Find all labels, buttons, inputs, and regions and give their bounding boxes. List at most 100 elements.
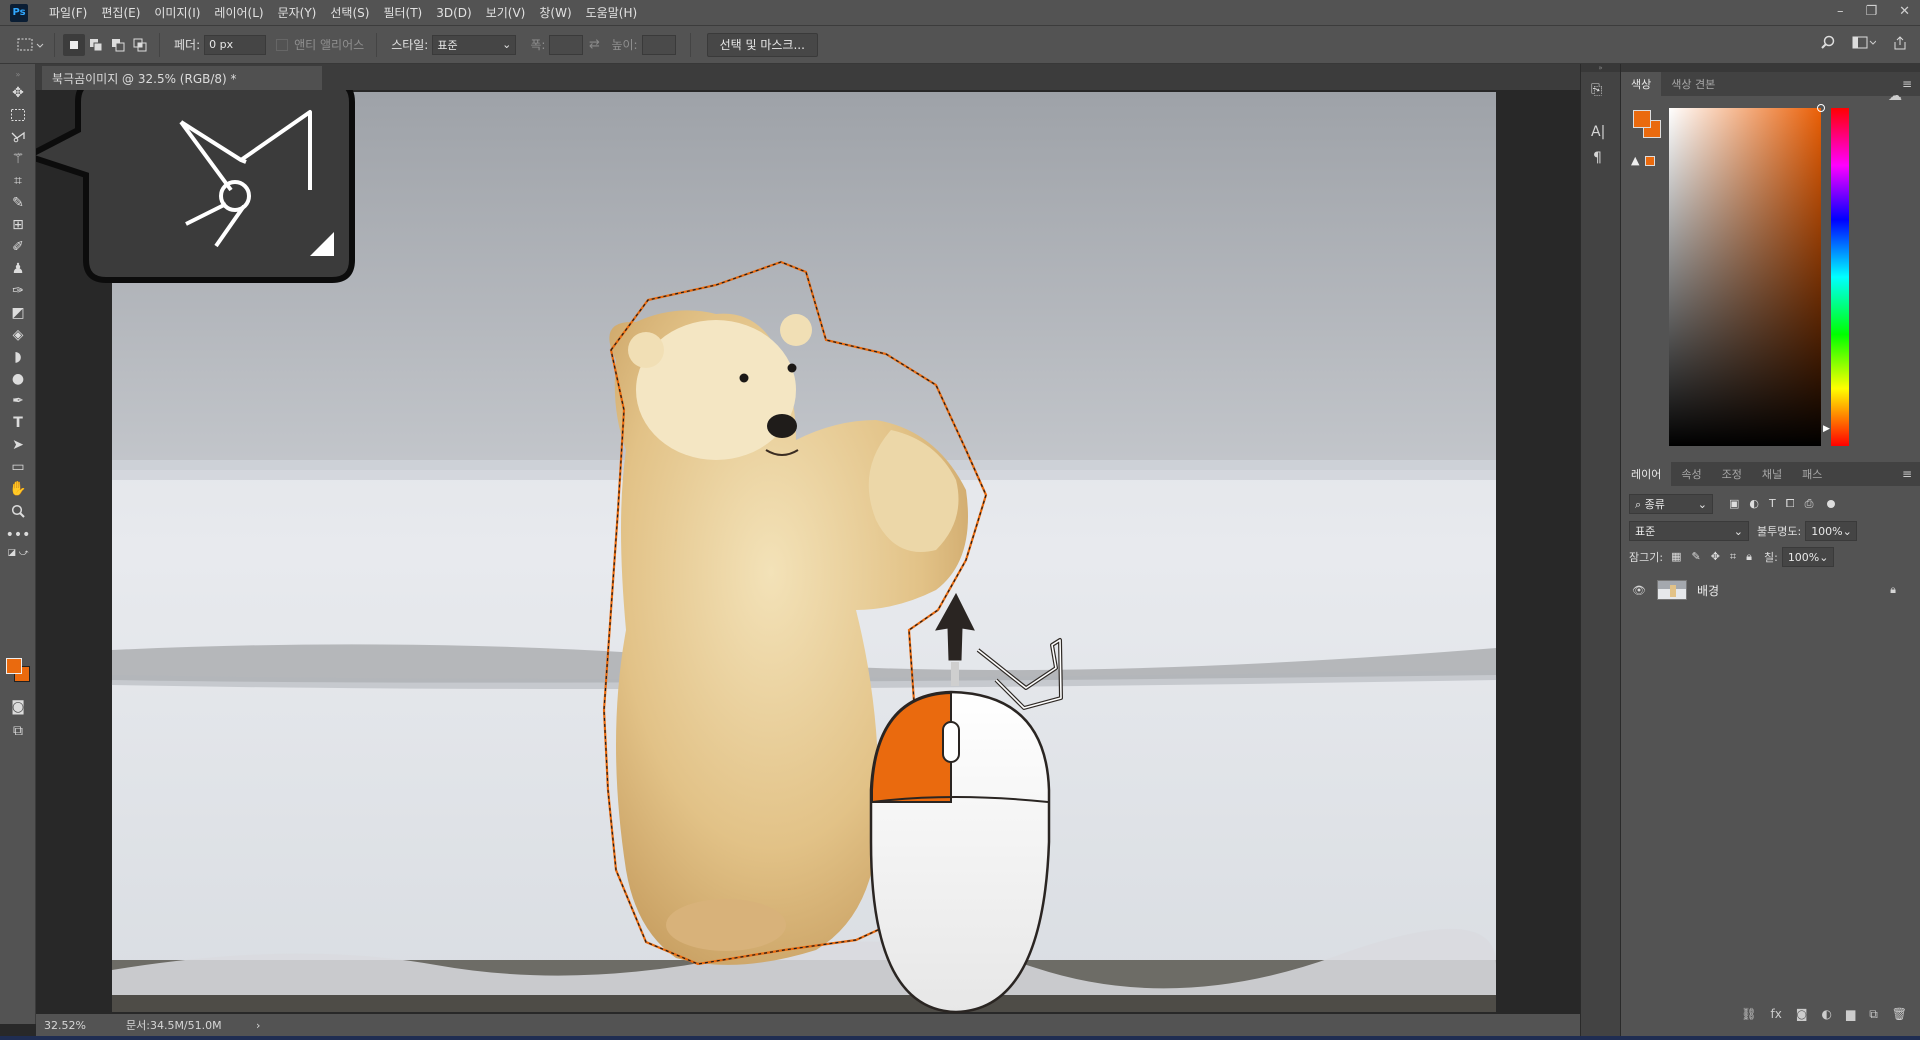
tab-layers[interactable]: 레이어 xyxy=(1621,462,1672,486)
marquee-preset-icon[interactable] xyxy=(14,34,46,56)
feather-input[interactable]: 0 px xyxy=(204,34,267,55)
gamut-warning-icon[interactable]: ▲ xyxy=(1631,154,1639,167)
add-selection-icon[interactable] xyxy=(85,34,107,56)
delete-layer-icon[interactable]: 🗑︎ xyxy=(1892,1007,1907,1021)
menu-filter[interactable]: 필터(T) xyxy=(376,4,429,21)
tab-channels[interactable]: 채널 xyxy=(1752,466,1792,482)
menu-file[interactable]: 파일(F) xyxy=(42,4,94,21)
eye-visibility-icon[interactable]: 👁︎ xyxy=(1629,584,1649,597)
creative-cloud-icon[interactable]: ☁ xyxy=(1888,88,1902,104)
type-tool-icon[interactable]: T xyxy=(6,412,30,434)
lock-all-icon[interactable]: 🔒︎ xyxy=(1746,550,1752,564)
restore-button[interactable]: ❐ xyxy=(1865,4,1877,19)
canvas-area[interactable]: polygonal-lasso-icon xyxy=(20,79,1580,1014)
healing-brush-tool-icon[interactable]: ⊞ xyxy=(6,214,30,236)
subtract-selection-icon[interactable] xyxy=(107,34,129,56)
magic-wand-tool-icon[interactable]: ⚚ xyxy=(6,148,30,170)
default-colors-icon[interactable]: ◪ ⤻ xyxy=(6,548,30,558)
hue-slider-handle-icon[interactable]: ▶ xyxy=(1823,424,1830,434)
layer-row[interactable]: 👁︎ 배경 🔒︎ xyxy=(1629,574,1912,606)
screen-mode-icon[interactable]: ⧉ xyxy=(6,720,30,742)
layer-name[interactable]: 배경 xyxy=(1697,582,1719,599)
panel-menu-icon[interactable]: ≡ xyxy=(1902,77,1912,91)
new-adjustment-layer-icon[interactable]: ◐ xyxy=(1821,1007,1831,1021)
history-brush-tool-icon[interactable]: ✑ xyxy=(6,280,30,302)
tab-swatches[interactable]: 색상 견본 xyxy=(1661,76,1725,92)
share-icon[interactable] xyxy=(1892,35,1908,54)
crop-tool-icon[interactable]: ⌗ xyxy=(6,170,30,192)
zoom-level[interactable]: 32.52% xyxy=(44,1019,126,1032)
pen-tool-icon[interactable]: ✒ xyxy=(6,390,30,412)
select-and-mask-button[interactable]: 선택 및 마스크... xyxy=(706,32,818,57)
new-group-icon[interactable]: ▆ xyxy=(1846,1007,1855,1021)
tab-paths[interactable]: 패스 xyxy=(1792,466,1832,482)
document-tab[interactable]: 북극곰이미지 @ 32.5% (RGB/8) * xyxy=(42,66,322,90)
polygonal-lasso-tool-icon[interactable] xyxy=(6,126,30,148)
menu-edit[interactable]: 편집(E) xyxy=(94,4,147,21)
gamut-color-chip[interactable] xyxy=(1645,156,1655,166)
rectangular-marquee-tool-icon[interactable] xyxy=(6,104,30,126)
menu-layer[interactable]: 레이어(L) xyxy=(207,4,270,21)
paragraph-panel-icon[interactable]: ¶ xyxy=(1593,150,1602,166)
tab-color[interactable]: 색상 xyxy=(1621,72,1662,96)
minimize-button[interactable]: – xyxy=(1837,4,1844,19)
zoom-tool-icon[interactable] xyxy=(6,500,30,522)
menu-window[interactable]: 창(W) xyxy=(532,4,578,21)
opacity-input[interactable]: 100% ⌄ xyxy=(1805,521,1858,541)
eraser-tool-icon[interactable]: ◩ xyxy=(6,302,30,324)
lock-artboard-icon[interactable]: ⌗ xyxy=(1730,550,1736,564)
status-menu-arrow[interactable]: › xyxy=(256,1019,260,1032)
menu-select[interactable]: 선택(S) xyxy=(323,4,376,21)
character-panel-icon[interactable]: A| xyxy=(1591,124,1605,140)
workspace-icon[interactable] xyxy=(1852,36,1877,53)
rectangle-tool-icon[interactable]: ▭ xyxy=(6,456,30,478)
style-select[interactable]: 표준 ⌄ xyxy=(432,34,517,55)
lock-position-icon[interactable]: ✥ xyxy=(1711,550,1720,564)
hue-slider[interactable] xyxy=(1831,108,1849,446)
blend-mode-select[interactable]: 표준 ⌄ xyxy=(1629,521,1749,541)
color-fg-bg-swatches[interactable] xyxy=(1633,110,1661,138)
pixel-filter-icon[interactable]: ▣ xyxy=(1729,497,1739,511)
type-filter-icon[interactable]: T xyxy=(1769,497,1776,511)
dodge-tool-icon[interactable]: ● xyxy=(6,368,30,390)
add-mask-icon[interactable]: ◙ xyxy=(1796,1007,1808,1021)
menu-help[interactable]: 도움말(H) xyxy=(579,4,645,21)
collapse-arrows-icon[interactable]: » xyxy=(6,70,30,79)
swap-dimensions-icon[interactable]: ⇄ xyxy=(583,34,605,56)
layers-panel-menu-icon[interactable]: ≡ xyxy=(1902,467,1912,481)
menu-3d[interactable]: 3D(D) xyxy=(429,6,478,20)
lock-transparent-icon[interactable]: ▦ xyxy=(1671,550,1681,564)
height-input[interactable] xyxy=(641,34,676,55)
tab-adjustments[interactable]: 조정 xyxy=(1712,466,1752,482)
search-icon[interactable] xyxy=(1820,35,1836,54)
lock-image-icon[interactable]: ✎ xyxy=(1691,550,1700,564)
clone-stamp-tool-icon[interactable]: ♟ xyxy=(6,258,30,280)
color-picker-marker[interactable] xyxy=(1817,104,1825,112)
antialias-checkbox[interactable] xyxy=(276,38,289,51)
smart-object-filter-icon[interactable]: ⎙ xyxy=(1805,497,1814,511)
more-tools-icon[interactable]: ••• xyxy=(6,524,31,546)
layer-filter-select[interactable]: ⌕ 종류 ⌄ xyxy=(1629,494,1713,514)
hand-tool-icon[interactable]: ✋ xyxy=(6,478,30,500)
close-button[interactable]: ✕ xyxy=(1899,4,1910,19)
new-layer-icon[interactable]: ⧉ xyxy=(1869,1007,1878,1022)
shape-filter-icon[interactable]: ⧠ xyxy=(1786,497,1795,511)
intersect-selection-icon[interactable] xyxy=(129,34,151,56)
tab-properties[interactable]: 속성 xyxy=(1671,466,1711,482)
new-selection-icon[interactable] xyxy=(63,33,85,56)
link-layers-icon[interactable]: ⛓ xyxy=(1741,1007,1756,1021)
quick-mask-icon[interactable]: ◙ xyxy=(6,696,30,718)
filter-toggle-icon[interactable] xyxy=(1827,500,1836,508)
paint-bucket-tool-icon[interactable]: ◈ xyxy=(6,324,30,346)
move-tool-icon[interactable]: ✥ xyxy=(6,82,30,104)
foreground-color-swatch[interactable] xyxy=(6,658,22,674)
width-input[interactable] xyxy=(549,34,584,55)
layer-style-icon[interactable]: fx xyxy=(1770,1007,1781,1021)
color-field[interactable] xyxy=(1669,104,1825,446)
blur-tool-icon[interactable]: ◗ xyxy=(6,346,30,368)
fg-color-chip[interactable] xyxy=(1633,110,1651,128)
menu-view[interactable]: 보기(V) xyxy=(479,4,533,21)
history-panel-icon[interactable]: ⎘ xyxy=(1591,82,1602,98)
brush-tool-icon[interactable]: ✐ xyxy=(6,236,30,258)
adjustment-filter-icon[interactable]: ◐ xyxy=(1749,497,1759,511)
